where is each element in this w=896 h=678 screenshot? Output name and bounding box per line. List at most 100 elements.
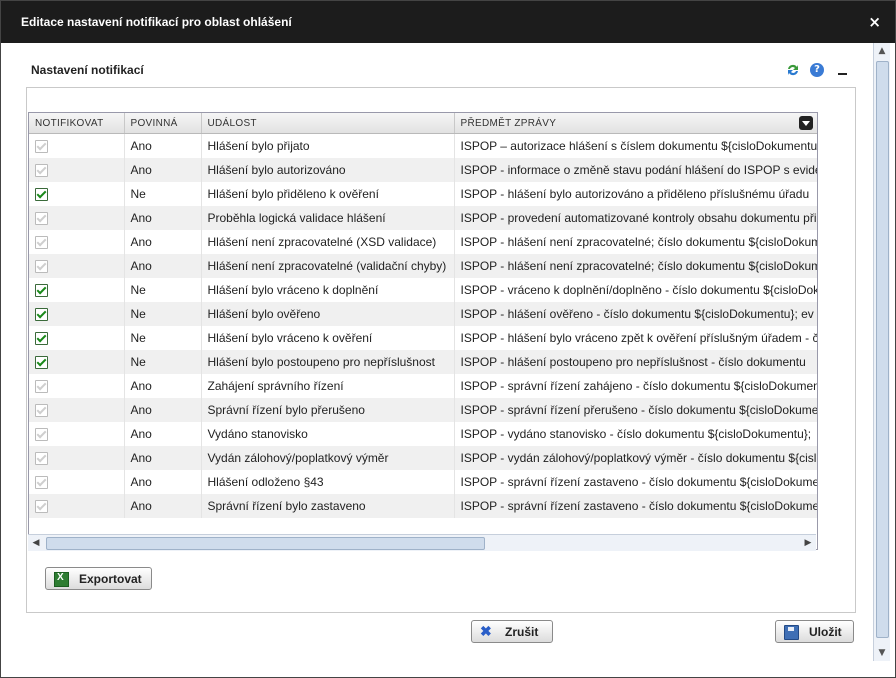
notify-cell [29, 182, 125, 206]
notify-checkbox-disabled [35, 236, 48, 250]
table-row[interactable]: Ne Hlášení bylo vráceno k doplnění ISPOP -… [29, 278, 817, 302]
subject-cell: ISPOP - správní řízení zastaveno - číslo… [454, 494, 817, 518]
notify-cell [29, 230, 125, 254]
event-cell: Hlášení bylo přijato [201, 133, 455, 158]
table-row[interactable]: Ano Hlášení bylo přijato ISPOP – autorizac… [29, 133, 817, 158]
event-cell: Hlášení bylo autorizováno [201, 158, 455, 182]
table-row[interactable]: Ano Správní řízení bylo zastaveno ISPOP - … [29, 494, 817, 518]
notify-cell [29, 158, 125, 182]
event-cell: Hlášení bylo vráceno k ověření [201, 326, 455, 350]
vertical-scroll-thumb[interactable] [876, 61, 889, 638]
required-cell: Ano [124, 470, 202, 494]
required-cell: Ano [124, 133, 202, 158]
subject-cell: ISPOP – autorizace hlášení s číslem doku… [454, 133, 817, 158]
subject-cell: ISPOP - správní řízení zastaveno - číslo… [454, 470, 817, 494]
minimize-icon[interactable] [838, 73, 847, 75]
notify-checkbox-disabled [35, 164, 48, 178]
notify-checkbox[interactable] [35, 332, 48, 346]
table-row[interactable]: Ne Hlášení bylo vráceno k ověření ISPOP - … [29, 326, 817, 350]
subject-cell: ISPOP - hlášení není zpracovatelné; čísl… [454, 230, 817, 254]
subject-cell: ISPOP - hlášení postoupeno pro nepřísluš… [454, 350, 817, 374]
horizontal-scrollbar[interactable]: ◀ ▶ [28, 534, 816, 551]
notify-cell [29, 446, 125, 470]
vertical-scrollbar[interactable]: ▲ ▼ [873, 43, 890, 661]
scroll-up-icon[interactable]: ▲ [874, 43, 890, 59]
notify-cell [29, 133, 125, 158]
save-disk-icon [784, 625, 799, 640]
notify-checkbox-disabled [35, 476, 48, 490]
table-row[interactable]: Ano Vydán zálohový/poplatkový výměr ISPOP … [29, 446, 817, 470]
subject-cell: ISPOP - hlášení bylo vráceno zpět k ověř… [454, 326, 817, 350]
table-row[interactable]: Ano Hlášení odloženo §43 ISPOP - správní ř… [29, 470, 817, 494]
notify-cell [29, 422, 125, 446]
table-row[interactable]: Ano Vydáno stanovisko ISPOP - vydáno stano… [29, 422, 817, 446]
notify-cell [29, 350, 125, 374]
required-cell: Ne [124, 326, 202, 350]
column-header-notify[interactable]: NOTIFIKOVAT [29, 113, 125, 134]
required-cell: Ano [124, 398, 202, 422]
subject-cell: ISPOP - správní řízení zahájeno - číslo … [454, 374, 817, 398]
help-icon[interactable]: ? [810, 63, 824, 77]
scroll-left-icon[interactable]: ◀ [28, 535, 44, 551]
required-cell: Ne [124, 302, 202, 326]
required-cell: Ano [124, 494, 202, 518]
refresh-icon[interactable] [786, 63, 800, 77]
dialog-content: Nastavení notifikací ? NOTIFIKOVAT POVIN… [9, 43, 873, 671]
table-row[interactable]: Ne Hlášení bylo ověřeno ISPOP - hlášení ov… [29, 302, 817, 326]
event-cell: Správní řízení bylo zastaveno [201, 494, 455, 518]
table-row[interactable]: Ano Proběhla logická validace hlášení ISPO… [29, 206, 817, 230]
save-button[interactable]: Uložit [775, 620, 854, 643]
save-button-label: Uložit [809, 625, 842, 639]
event-cell: Hlášení bylo vráceno k doplnění [201, 278, 455, 302]
subject-cell: ISPOP - vydáno stanovisko - číslo dokume… [454, 422, 817, 446]
table-row[interactable]: Ano Správní řízení bylo přerušeno ISPOP - … [29, 398, 817, 422]
cancel-button[interactable]: ✖ Zrušit [471, 620, 553, 643]
subject-cell: ISPOP - vydán zálohový/poplatkový výměr … [454, 446, 817, 470]
notify-cell [29, 302, 125, 326]
notify-cell [29, 278, 125, 302]
subject-cell: ISPOP - hlášení není zpracovatelné; čísl… [454, 254, 817, 278]
notify-cell [29, 326, 125, 350]
scroll-down-icon[interactable]: ▼ [874, 645, 890, 661]
notify-checkbox-disabled [35, 380, 48, 394]
table-row[interactable]: Ano Zahájení správního řízení ISPOP - sprá… [29, 374, 817, 398]
column-header-subject[interactable]: PŘEDMĚT ZPRÁVY [454, 113, 817, 134]
subject-cell: ISPOP - vráceno k doplnění/doplněno - čí… [454, 278, 817, 302]
notify-checkbox[interactable] [35, 284, 48, 298]
notify-checkbox[interactable] [35, 356, 48, 370]
cancel-x-icon: ✖ [480, 623, 492, 639]
event-cell: Vydáno stanovisko [201, 422, 455, 446]
event-cell: Vydán zálohový/poplatkový výměr [201, 446, 455, 470]
column-header-event[interactable]: UDÁLOST [201, 113, 455, 134]
required-cell: Ano [124, 158, 202, 182]
notify-checkbox-disabled [35, 140, 48, 154]
event-cell: Hlášení bylo přiděleno k ověření [201, 182, 455, 206]
table-row[interactable]: Ne Hlášení bylo přiděleno k ověření ISPOP … [29, 182, 817, 206]
required-cell: Ne [124, 278, 202, 302]
notify-checkbox[interactable] [35, 308, 48, 322]
table-row[interactable]: Ano Hlášení bylo autorizováno ISPOP - info… [29, 158, 817, 182]
table-row[interactable]: Ano Hlášení není zpracovatelné (validační… [29, 254, 817, 278]
required-cell: Ano [124, 374, 202, 398]
subject-cell: ISPOP - informace o změně stavu podání h… [454, 158, 817, 182]
close-icon[interactable]: × [868, 13, 881, 31]
required-cell: Ne [124, 350, 202, 374]
column-menu-button[interactable] [799, 116, 813, 130]
export-button[interactable]: Exportovat [45, 567, 152, 590]
subject-cell: ISPOP - správní řízení přerušeno - číslo… [454, 398, 817, 422]
table-header-row: NOTIFIKOVAT POVINNÁ UDÁLOST PŘEDMĚT ZPRÁ… [29, 113, 817, 134]
event-cell: Hlášení bylo ověřeno [201, 302, 455, 326]
column-header-required[interactable]: POVINNÁ [124, 113, 202, 134]
notification-settings-dialog: Editace nastavení notifikací pro oblast … [0, 0, 896, 678]
dialog-titlebar: Editace nastavení notifikací pro oblast … [1, 1, 895, 43]
notify-cell [29, 494, 125, 518]
horizontal-scroll-thumb[interactable] [46, 537, 485, 550]
scroll-right-icon[interactable]: ▶ [800, 535, 816, 551]
table-row[interactable]: Ne Hlášení bylo postoupeno pro nepříslušn… [29, 350, 817, 374]
subject-cell: ISPOP - provedení automatizované kontrol… [454, 206, 817, 230]
notify-checkbox-disabled [35, 212, 48, 226]
notify-cell [29, 206, 125, 230]
table-row[interactable]: Ano Hlášení není zpracovatelné (XSD valid… [29, 230, 817, 254]
notifications-grid: NOTIFIKOVAT POVINNÁ UDÁLOST PŘEDMĚT ZPRÁ… [28, 112, 818, 550]
notify-checkbox[interactable] [35, 188, 48, 202]
